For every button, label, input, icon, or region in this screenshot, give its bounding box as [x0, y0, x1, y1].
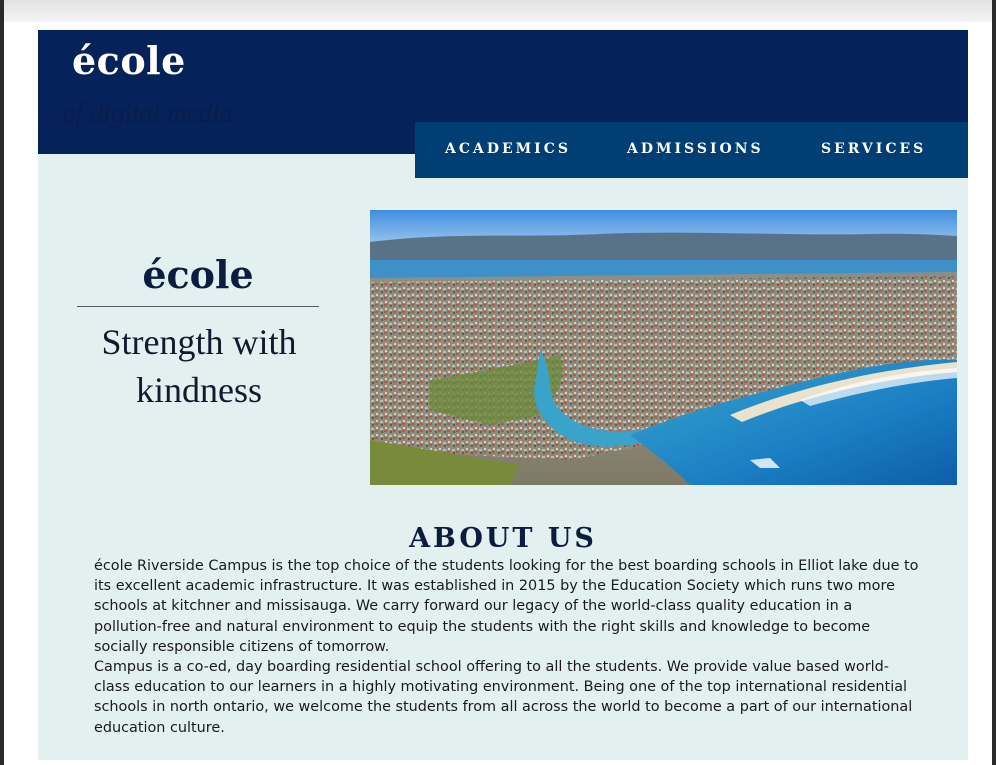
main-nav: ACADEMICS ADMISSIONS SERVICES — [415, 122, 968, 178]
hero-slogan: Strength with kindness — [101, 322, 297, 410]
nav-item-academics[interactable]: ACADEMICS — [445, 141, 571, 157]
hero-brand-title: école — [142, 252, 254, 297]
about-paragraph: école Riverside Campus is the top choice… — [94, 558, 919, 655]
about-paragraph: Campus is a co-ed, day boarding resident… — [94, 659, 913, 736]
aerial-coastal-town-photo — [370, 210, 957, 485]
nav-item-services[interactable]: SERVICES — [821, 141, 926, 157]
site-logo[interactable]: école — [72, 38, 186, 83]
site-tagline: ...of digital media — [42, 98, 234, 128]
about-us-text: école Riverside Campus is the top choice… — [94, 556, 924, 738]
nav-item-admissions[interactable]: ADMISSIONS — [627, 141, 764, 157]
window-right-edge — [992, 0, 996, 765]
about-us-heading: ABOUT US — [409, 523, 597, 554]
page-container: école ...of digital media ACADEMICS ADMI… — [38, 30, 968, 760]
browser-top-strip — [0, 0, 996, 22]
hero-divider — [77, 306, 319, 307]
window-left-edge — [0, 0, 4, 765]
